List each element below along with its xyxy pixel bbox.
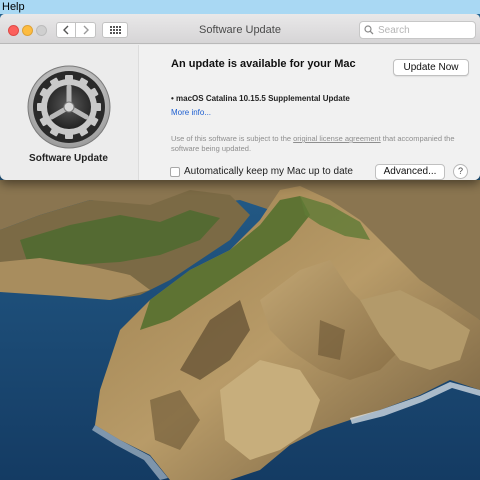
chevron-right-icon <box>83 25 89 35</box>
show-all-button[interactable] <box>102 22 128 38</box>
chevron-left-icon <box>63 25 69 35</box>
title-bar[interactable]: Software Update <box>0 14 480 44</box>
menu-bar: Help <box>0 0 480 14</box>
license-text: Use of this software is subject to the o… <box>171 134 471 154</box>
help-button[interactable]: ? <box>453 164 468 179</box>
update-headline: An update is available for your Mac <box>171 58 356 70</box>
update-pane: An update is available for your Mac Upda… <box>138 45 480 180</box>
software-update-window: Software Update Search Software Update A… <box>0 14 480 180</box>
minimize-button[interactable] <box>22 25 33 36</box>
license-prefix: Use of this software is subject to the <box>171 134 294 143</box>
update-item: • macOS Catalina 10.15.5 Supplemental Up… <box>171 94 350 103</box>
forward-button[interactable] <box>76 22 96 38</box>
auto-update-label[interactable]: Automatically keep my Mac up to date <box>184 166 353 177</box>
auto-update-row[interactable]: Automatically keep my Mac up to date <box>170 166 353 177</box>
sidebar: Software Update <box>0 45 137 180</box>
back-button[interactable] <box>56 22 76 38</box>
search-icon <box>364 25 374 35</box>
more-info-link[interactable]: More info... <box>171 108 211 117</box>
advanced-button[interactable]: Advanced... <box>375 164 445 180</box>
app-name-label: Software Update <box>29 153 108 164</box>
license-agreement-link[interactable]: original license agreement <box>293 134 381 143</box>
show-all-grid-icon <box>109 26 121 34</box>
update-now-button[interactable]: Update Now <box>393 59 469 76</box>
auto-update-checkbox[interactable] <box>170 166 180 177</box>
close-button[interactable] <box>8 25 19 36</box>
zoom-button[interactable] <box>36 25 47 36</box>
gear-icon <box>27 65 111 149</box>
menu-help[interactable]: Help <box>2 1 25 13</box>
search-field[interactable] <box>359 21 476 39</box>
search-input[interactable] <box>378 24 468 36</box>
